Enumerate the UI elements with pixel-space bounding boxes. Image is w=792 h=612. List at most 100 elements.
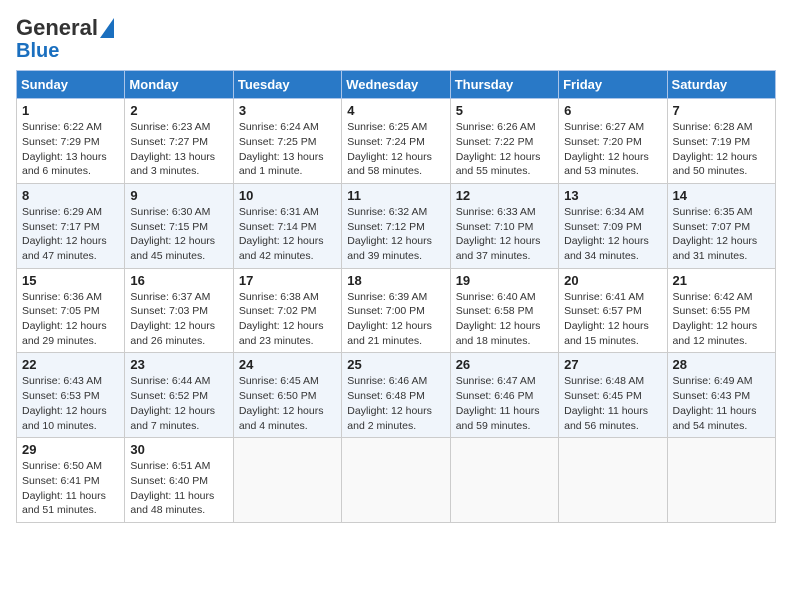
calendar-day-header: Saturday <box>667 71 775 99</box>
calendar-cell <box>559 438 667 523</box>
day-info: Sunrise: 6:41 AM Sunset: 6:57 PM Dayligh… <box>564 290 661 349</box>
day-info: Sunrise: 6:22 AM Sunset: 7:29 PM Dayligh… <box>22 120 119 179</box>
day-info: Sunrise: 6:31 AM Sunset: 7:14 PM Dayligh… <box>239 205 336 264</box>
day-info: Sunrise: 6:45 AM Sunset: 6:50 PM Dayligh… <box>239 374 336 433</box>
logo-text-blue: Blue <box>16 40 59 62</box>
logo: General Blue <box>16 16 114 62</box>
calendar-day-header: Thursday <box>450 71 558 99</box>
calendar-cell <box>233 438 341 523</box>
day-number: 22 <box>22 357 119 372</box>
calendar-cell: 3 Sunrise: 6:24 AM Sunset: 7:25 PM Daylig… <box>233 99 341 184</box>
calendar-week-row: 8Sunrise: 6:29 AM Sunset: 7:17 PM Daylig… <box>17 183 776 268</box>
day-info: Sunrise: 6:27 AM Sunset: 7:20 PM Dayligh… <box>564 120 661 179</box>
day-number: 11 <box>347 188 444 203</box>
day-info: Sunrise: 6:26 AM Sunset: 7:22 PM Dayligh… <box>456 120 553 179</box>
day-info: Sunrise: 6:32 AM Sunset: 7:12 PM Dayligh… <box>347 205 444 264</box>
day-number: 19 <box>456 273 553 288</box>
calendar-cell: 4 Sunrise: 6:25 AM Sunset: 7:24 PM Daylig… <box>342 99 450 184</box>
day-info: Sunrise: 6:46 AM Sunset: 6:48 PM Dayligh… <box>347 374 444 433</box>
calendar-table: SundayMondayTuesdayWednesdayThursdayFrid… <box>16 70 776 523</box>
day-number: 15 <box>22 273 119 288</box>
calendar-cell: 2 Sunrise: 6:23 AM Sunset: 7:27 PM Daylig… <box>125 99 233 184</box>
calendar-week-row: 22 Sunrise: 6:43 AM Sunset: 6:53 PM Dayli… <box>17 353 776 438</box>
day-info: Sunrise: 6:36 AM Sunset: 7:05 PM Dayligh… <box>22 290 119 349</box>
calendar-cell: 5 Sunrise: 6:26 AM Sunset: 7:22 PM Daylig… <box>450 99 558 184</box>
calendar-cell: 20 Sunrise: 6:41 AM Sunset: 6:57 PM Dayli… <box>559 268 667 353</box>
calendar-cell: 26Sunrise: 6:47 AM Sunset: 6:46 PM Dayli… <box>450 353 558 438</box>
day-number: 14 <box>673 188 770 203</box>
day-number: 27 <box>564 357 661 372</box>
calendar-cell: 27 Sunrise: 6:48 AM Sunset: 6:45 PM Dayli… <box>559 353 667 438</box>
day-info: Sunrise: 6:50 AM Sunset: 6:41 PM Dayligh… <box>22 459 119 518</box>
calendar-cell: 24 Sunrise: 6:45 AM Sunset: 6:50 PM Dayli… <box>233 353 341 438</box>
calendar-cell: 28 Sunrise: 6:49 AM Sunset: 6:43 PM Dayli… <box>667 353 775 438</box>
calendar-header-row: SundayMondayTuesdayWednesdayThursdayFrid… <box>17 71 776 99</box>
day-number: 9 <box>130 188 227 203</box>
calendar-cell: 6 Sunrise: 6:27 AM Sunset: 7:20 PM Daylig… <box>559 99 667 184</box>
day-info: Sunrise: 6:33 AM Sunset: 7:10 PM Dayligh… <box>456 205 553 264</box>
day-number: 6 <box>564 103 661 118</box>
calendar-cell: 11 Sunrise: 6:32 AM Sunset: 7:12 PM Dayli… <box>342 183 450 268</box>
calendar-cell: 1 Sunrise: 6:22 AM Sunset: 7:29 PM Daylig… <box>17 99 125 184</box>
day-number: 2 <box>130 103 227 118</box>
day-info: Sunrise: 6:24 AM Sunset: 7:25 PM Dayligh… <box>239 120 336 179</box>
day-number: 4 <box>347 103 444 118</box>
calendar-day-header: Friday <box>559 71 667 99</box>
day-info: Sunrise: 6:43 AM Sunset: 6:53 PM Dayligh… <box>22 374 119 433</box>
calendar-cell: 9 Sunrise: 6:30 AM Sunset: 7:15 PM Daylig… <box>125 183 233 268</box>
day-number: 17 <box>239 273 336 288</box>
calendar-week-row: 1 Sunrise: 6:22 AM Sunset: 7:29 PM Daylig… <box>17 99 776 184</box>
calendar-cell: 8Sunrise: 6:29 AM Sunset: 7:17 PM Daylig… <box>17 183 125 268</box>
calendar-cell: 15 Sunrise: 6:36 AM Sunset: 7:05 PM Dayli… <box>17 268 125 353</box>
day-number: 10 <box>239 188 336 203</box>
calendar-cell: 17Sunrise: 6:38 AM Sunset: 7:02 PM Dayli… <box>233 268 341 353</box>
day-info: Sunrise: 6:40 AM Sunset: 6:58 PM Dayligh… <box>456 290 553 349</box>
logo-triangle-icon <box>100 18 114 38</box>
day-info: Sunrise: 6:39 AM Sunset: 7:00 PM Dayligh… <box>347 290 444 349</box>
calendar-week-row: 15 Sunrise: 6:36 AM Sunset: 7:05 PM Dayli… <box>17 268 776 353</box>
day-number: 24 <box>239 357 336 372</box>
day-info: Sunrise: 6:48 AM Sunset: 6:45 PM Dayligh… <box>564 374 661 433</box>
calendar-day-header: Wednesday <box>342 71 450 99</box>
calendar-cell: 13Sunrise: 6:34 AM Sunset: 7:09 PM Dayli… <box>559 183 667 268</box>
calendar-cell: 14 Sunrise: 6:35 AM Sunset: 7:07 PM Dayli… <box>667 183 775 268</box>
calendar-cell: 16Sunrise: 6:37 AM Sunset: 7:03 PM Dayli… <box>125 268 233 353</box>
calendar-cell: 7Sunrise: 6:28 AM Sunset: 7:19 PM Daylig… <box>667 99 775 184</box>
day-info: Sunrise: 6:30 AM Sunset: 7:15 PM Dayligh… <box>130 205 227 264</box>
calendar-cell: 19 Sunrise: 6:40 AM Sunset: 6:58 PM Dayli… <box>450 268 558 353</box>
calendar-cell <box>342 438 450 523</box>
logo-text-general: General <box>16 16 98 40</box>
day-number: 7 <box>673 103 770 118</box>
day-info: Sunrise: 6:49 AM Sunset: 6:43 PM Dayligh… <box>673 374 770 433</box>
calendar-cell <box>450 438 558 523</box>
day-number: 20 <box>564 273 661 288</box>
day-number: 21 <box>673 273 770 288</box>
day-number: 18 <box>347 273 444 288</box>
day-number: 23 <box>130 357 227 372</box>
day-info: Sunrise: 6:44 AM Sunset: 6:52 PM Dayligh… <box>130 374 227 433</box>
calendar-cell <box>667 438 775 523</box>
calendar-day-header: Sunday <box>17 71 125 99</box>
calendar-cell: 12Sunrise: 6:33 AM Sunset: 7:10 PM Dayli… <box>450 183 558 268</box>
calendar-cell: 22 Sunrise: 6:43 AM Sunset: 6:53 PM Dayli… <box>17 353 125 438</box>
day-info: Sunrise: 6:23 AM Sunset: 7:27 PM Dayligh… <box>130 120 227 179</box>
day-info: Sunrise: 6:35 AM Sunset: 7:07 PM Dayligh… <box>673 205 770 264</box>
day-number: 29 <box>22 442 119 457</box>
day-number: 3 <box>239 103 336 118</box>
calendar-cell: 10 Sunrise: 6:31 AM Sunset: 7:14 PM Dayli… <box>233 183 341 268</box>
day-number: 28 <box>673 357 770 372</box>
day-info: Sunrise: 6:25 AM Sunset: 7:24 PM Dayligh… <box>347 120 444 179</box>
day-info: Sunrise: 6:42 AM Sunset: 6:55 PM Dayligh… <box>673 290 770 349</box>
day-number: 1 <box>22 103 119 118</box>
day-number: 25 <box>347 357 444 372</box>
day-number: 8 <box>22 188 119 203</box>
day-number: 16 <box>130 273 227 288</box>
page-header: General Blue <box>16 16 776 62</box>
calendar-cell: 18 Sunrise: 6:39 AM Sunset: 7:00 PM Dayli… <box>342 268 450 353</box>
day-number: 5 <box>456 103 553 118</box>
calendar-week-row: 29 Sunrise: 6:50 AM Sunset: 6:41 PM Dayli… <box>17 438 776 523</box>
calendar-day-header: Monday <box>125 71 233 99</box>
calendar-cell: 23 Sunrise: 6:44 AM Sunset: 6:52 PM Dayli… <box>125 353 233 438</box>
calendar-cell: 21 Sunrise: 6:42 AM Sunset: 6:55 PM Dayli… <box>667 268 775 353</box>
day-number: 26 <box>456 357 553 372</box>
